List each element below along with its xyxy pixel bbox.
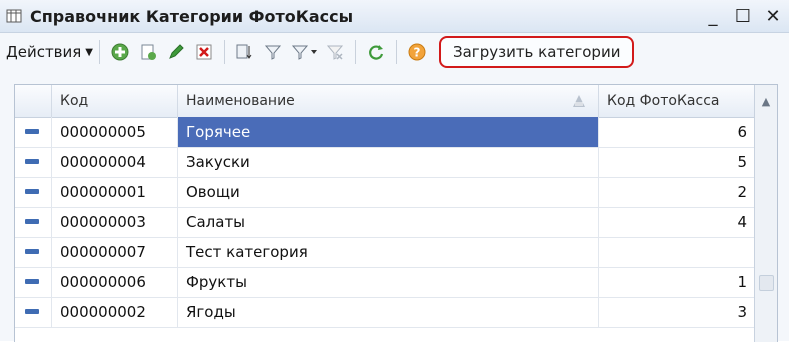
refresh-icon[interactable] <box>364 40 388 64</box>
toolbar-separator <box>224 40 225 64</box>
cell-code: 000000003 <box>51 207 177 237</box>
filter-icon[interactable] <box>261 40 285 64</box>
toolbar: Действия ▼ ? Загрузить категории <box>0 33 789 71</box>
row-marker-cell <box>15 147 51 177</box>
cell-name: Овощи <box>177 177 598 207</box>
table-row[interactable]: 000000003 Салаты 4 <box>15 207 755 238</box>
column-header-label: Код ФотоКасса <box>607 93 720 109</box>
filter-menu-icon[interactable] <box>289 40 319 64</box>
cell-name: Тест категория <box>177 237 598 267</box>
cell-name: Фрукты <box>177 267 598 297</box>
row-marker-cell <box>15 237 51 267</box>
table-row[interactable]: 000000007 Тест категория <box>15 237 755 268</box>
delete-icon[interactable] <box>192 40 216 64</box>
title-bar: Справочник Категории ФотоКассы _ ☐ ✕ <box>0 0 789 33</box>
help-icon[interactable]: ? <box>405 40 429 64</box>
cell-name: Салаты <box>177 207 598 237</box>
cell-name: Ягоды <box>177 297 598 327</box>
copy-icon[interactable] <box>136 40 160 64</box>
cell-code: 000000004 <box>51 147 177 177</box>
cell-foto-code: 1 <box>598 267 755 297</box>
filter-clear-icon[interactable] <box>323 40 347 64</box>
table-icon <box>6 8 22 24</box>
toolbar-separator <box>396 40 397 64</box>
load-categories-button[interactable]: Загрузить категории <box>439 36 635 68</box>
add-icon[interactable] <box>108 40 132 64</box>
row-marker-cell <box>15 117 51 147</box>
actions-menu-button[interactable]: Действия ▼ <box>6 43 93 61</box>
maximize-button[interactable]: ☐ <box>733 6 753 27</box>
cell-code: 000000007 <box>51 237 177 267</box>
cell-name: Горячее <box>177 117 598 147</box>
row-marker-icon <box>25 219 39 224</box>
edit-icon[interactable] <box>164 40 188 64</box>
close-button[interactable]: ✕ <box>763 6 783 27</box>
vertical-scrollbar[interactable]: ▲ <box>754 85 777 342</box>
table-row[interactable]: 000000004 Закуски 5 <box>15 147 755 178</box>
table-row[interactable]: 000000006 Фрукты 1 <box>15 267 755 298</box>
table-row[interactable]: 000000005 Горячее 6 <box>15 117 755 148</box>
column-header-label: Наименование <box>186 93 295 109</box>
column-header-name[interactable]: Наименование <box>177 85 598 117</box>
cell-code: 000000006 <box>51 267 177 297</box>
cell-name: Закуски <box>177 147 598 177</box>
row-marker-icon <box>25 189 39 194</box>
categories-table[interactable]: Код Наименование Код ФотоКасса 000000005… <box>14 84 778 342</box>
cell-foto-code: 3 <box>598 297 755 327</box>
row-marker-icon <box>25 159 39 164</box>
cell-foto-code: 4 <box>598 207 755 237</box>
row-marker-icon <box>25 309 39 314</box>
minimize-button[interactable]: _ <box>703 6 723 27</box>
cell-foto-code: 2 <box>598 177 755 207</box>
row-marker-cell <box>15 297 51 327</box>
toolbar-separator <box>99 40 100 64</box>
row-marker-icon <box>25 129 39 134</box>
load-categories-label: Загрузить категории <box>453 43 621 61</box>
svg-text:?: ? <box>414 46 421 60</box>
table-row[interactable]: 000000002 Ягоды 3 <box>15 297 755 328</box>
cell-foto-code <box>598 237 755 267</box>
cell-code: 000000001 <box>51 177 177 207</box>
actions-label: Действия <box>6 43 82 61</box>
column-header-label: Код <box>60 93 89 109</box>
sort-icon <box>572 94 586 112</box>
toolbar-separator <box>355 40 356 64</box>
scroll-thumb[interactable] <box>759 275 774 291</box>
cell-code: 000000002 <box>51 297 177 327</box>
row-marker-cell <box>15 207 51 237</box>
scroll-up-icon[interactable]: ▲ <box>755 85 777 117</box>
marker-column-header <box>15 85 51 117</box>
table-row[interactable]: 000000001 Овощи 2 <box>15 177 755 208</box>
filter-sort-icon[interactable] <box>233 40 257 64</box>
cell-code: 000000005 <box>51 117 177 147</box>
column-header-foto-code[interactable]: Код ФотоКасса <box>598 85 755 117</box>
table-header: Код Наименование Код ФотоКасса <box>15 85 777 118</box>
chevron-down-icon: ▼ <box>85 46 93 58</box>
cell-foto-code: 6 <box>598 117 755 147</box>
row-marker-icon <box>25 279 39 284</box>
row-marker-icon <box>25 249 39 254</box>
row-marker-cell <box>15 267 51 297</box>
catalog-window: Справочник Категории ФотоКассы _ ☐ ✕ Дей… <box>0 0 789 342</box>
column-header-code[interactable]: Код <box>51 85 177 117</box>
window-title: Справочник Категории ФотоКассы <box>30 6 354 26</box>
cell-foto-code: 5 <box>598 147 755 177</box>
row-marker-cell <box>15 177 51 207</box>
